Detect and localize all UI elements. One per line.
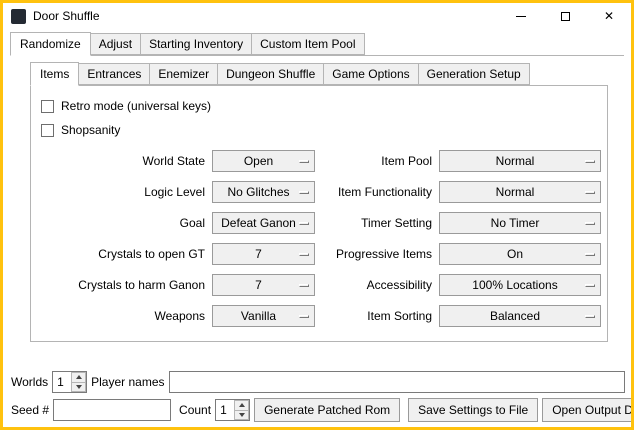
outer-tab-bar: Randomize Adjust Starting Inventory Cust… [10,32,624,55]
arrow-up-icon [76,375,82,379]
window-title: Door Shuffle [33,9,100,23]
progressive-items-dropdown[interactable]: On [439,243,601,265]
item-pool-dropdown[interactable]: Normal [439,150,601,172]
titlebar: Door Shuffle ✕ [3,3,631,29]
accessibility-dropdown[interactable]: 100% Locations [439,274,601,296]
open-output-button[interactable]: Open Output Directory [542,398,634,422]
dropdown-indicator-icon [585,160,595,163]
arrow-down-icon [76,385,82,389]
crystals-gt-label: Crystals to open GT [39,247,207,261]
weapons-dropdown[interactable]: Vanilla [212,305,315,327]
maximize-button[interactable] [543,3,587,29]
weapons-label: Weapons [39,309,207,323]
worlds-label: Worlds [11,375,48,389]
options-grid: World State Open Item Pool Normal Logic … [39,150,599,327]
tab-enemizer[interactable]: Enemizer [149,63,218,85]
inner-tab-bar: Items Entrances Enemizer Dungeon Shuffle… [30,62,624,85]
crystals-ganon-label: Crystals to harm Ganon [39,278,207,292]
dropdown-indicator-icon [299,315,309,318]
worlds-spin-down[interactable] [71,383,86,393]
count-spin-up[interactable] [234,400,249,411]
timer-setting-label: Timer Setting [320,216,434,230]
randomize-pane: Items Entrances Enemizer Dungeon Shuffle… [10,55,624,342]
logic-level-label: Logic Level [39,185,207,199]
item-sorting-label: Item Sorting [320,309,434,323]
shopsanity-checkbox[interactable] [41,124,54,137]
dropdown-indicator-icon [585,315,595,318]
world-state-dropdown[interactable]: Open [212,150,315,172]
count-spin-down[interactable] [234,411,249,421]
tab-generation-setup[interactable]: Generation Setup [418,63,530,85]
player-names-input[interactable] [169,371,626,393]
worlds-spinbox[interactable]: 1 [52,371,87,393]
save-settings-button[interactable]: Save Settings to File [408,398,538,422]
minimize-icon [516,16,526,17]
retro-mode-row: Retro mode (universal keys) [41,94,599,118]
shopsanity-row: Shopsanity [41,118,599,142]
arrow-up-icon [239,403,245,407]
tab-adjust[interactable]: Adjust [90,33,141,55]
item-sorting-dropdown[interactable]: Balanced [439,305,601,327]
dropdown-indicator-icon [299,222,309,225]
close-button[interactable]: ✕ [587,3,631,29]
dropdown-indicator-icon [585,284,595,287]
seed-label: Seed # [11,403,49,417]
player-names-label: Player names [91,375,164,389]
world-state-label: World State [39,154,207,168]
window-controls: ✕ [499,3,631,29]
tab-entrances[interactable]: Entrances [78,63,150,85]
count-label: Count [179,403,211,417]
door-shuffle-window: Door Shuffle ✕ Randomize Adjust Starting… [0,0,634,430]
accessibility-label: Accessibility [320,278,434,292]
items-pane: Retro mode (universal keys) Shopsanity W… [30,85,608,342]
dropdown-indicator-icon [585,253,595,256]
dropdown-indicator-icon [585,191,595,194]
goal-label: Goal [39,216,207,230]
worlds-row: Worlds 1 Player names [11,370,625,394]
dropdown-indicator-icon [299,284,309,287]
dropdown-indicator-icon [585,222,595,225]
tab-items[interactable]: Items [30,62,79,86]
dropdown-indicator-icon [299,160,309,163]
arrow-down-icon [239,413,245,417]
retro-mode-checkbox[interactable] [41,100,54,113]
logic-level-dropdown[interactable]: No Glitches [212,181,315,203]
seed-input[interactable] [53,399,171,421]
tab-starting-inventory[interactable]: Starting Inventory [140,33,252,55]
crystals-ganon-dropdown[interactable]: 7 [212,274,315,296]
progressive-items-label: Progressive Items [320,247,434,261]
tab-dungeon-shuffle[interactable]: Dungeon Shuffle [217,63,324,85]
maximize-icon [561,12,570,21]
item-pool-label: Item Pool [320,154,434,168]
bottom-controls: Worlds 1 Player names Seed # Count 1 [3,366,631,427]
generate-rom-button[interactable]: Generate Patched Rom [254,398,400,422]
tab-randomize[interactable]: Randomize [10,32,91,56]
item-functionality-label: Item Functionality [320,185,434,199]
dropdown-indicator-icon [299,253,309,256]
tab-custom-item-pool[interactable]: Custom Item Pool [251,33,364,55]
minimize-button[interactable] [499,3,543,29]
seed-row: Seed # Count 1 Generate Patched Rom Save… [11,398,625,422]
goal-dropdown[interactable]: Defeat Ganon [212,212,315,234]
tab-game-options[interactable]: Game Options [323,63,418,85]
shopsanity-label: Shopsanity [61,123,120,137]
crystals-gt-dropdown[interactable]: 7 [212,243,315,265]
retro-mode-label: Retro mode (universal keys) [61,99,211,113]
item-functionality-dropdown[interactable]: Normal [439,181,601,203]
close-icon: ✕ [604,10,614,22]
worlds-spin-up[interactable] [71,372,86,383]
dropdown-indicator-icon [299,191,309,194]
count-spinbox[interactable]: 1 [215,399,250,421]
timer-setting-dropdown[interactable]: No Timer [439,212,601,234]
app-icon [11,9,26,24]
